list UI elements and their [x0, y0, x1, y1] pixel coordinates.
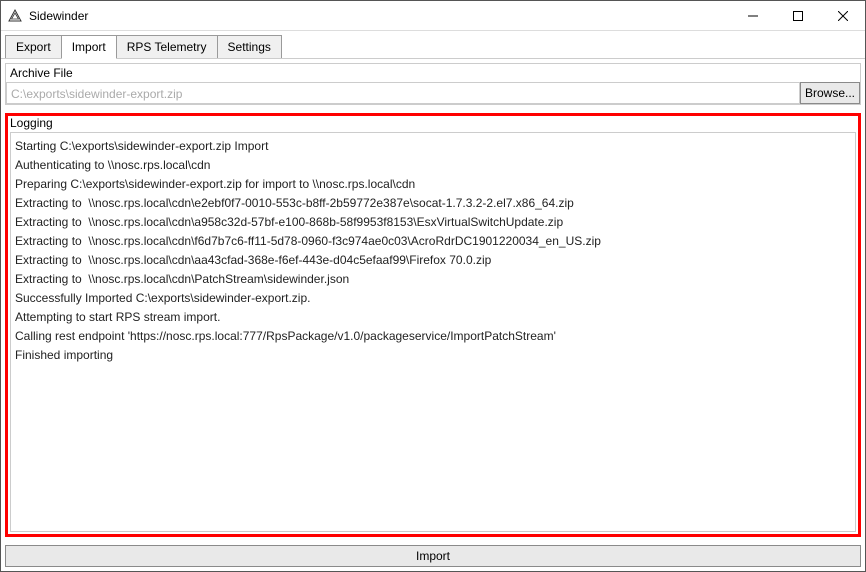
tab-import[interactable]: Import: [61, 35, 117, 59]
log-line: Calling rest endpoint 'https://nosc.rps.…: [15, 327, 851, 346]
log-line: Successfully Imported C:\exports\sidewin…: [15, 289, 851, 308]
archive-file-label: Archive File: [6, 64, 860, 82]
close-button[interactable]: [820, 1, 865, 30]
logging-group: Logging Starting C:\exports\sidewinder-e…: [5, 113, 861, 537]
window-title: Sidewinder: [29, 9, 730, 23]
tab-export[interactable]: Export: [5, 35, 62, 58]
import-button[interactable]: Import: [5, 545, 861, 567]
log-line: Attempting to start RPS stream import.: [15, 308, 851, 327]
log-line: Finished importing: [15, 346, 851, 365]
window-frame: Sidewinder Export Import RPS Telemetry S…: [0, 0, 866, 572]
tab-rps-telemetry[interactable]: RPS Telemetry: [116, 35, 218, 58]
browse-button[interactable]: Browse...: [800, 82, 860, 104]
logging-label: Logging: [8, 114, 858, 130]
log-line: Preparing C:\exports\sidewinder-export.z…: [15, 175, 851, 194]
archive-file-group: Archive File C:\exports\sidewinder-expor…: [5, 63, 861, 105]
tab-content: Archive File C:\exports\sidewinder-expor…: [1, 59, 865, 571]
titlebar: Sidewinder: [1, 1, 865, 31]
minimize-button[interactable]: [730, 1, 775, 30]
log-line: Extracting to \\nosc.rps.local\cdn\a958c…: [15, 213, 851, 232]
log-output[interactable]: Starting C:\exports\sidewinder-export.zi…: [10, 132, 856, 532]
log-line: Starting C:\exports\sidewinder-export.zi…: [15, 137, 851, 156]
window-controls: [730, 1, 865, 30]
archive-file-input[interactable]: C:\exports\sidewinder-export.zip: [6, 82, 800, 104]
app-icon: [7, 8, 23, 24]
log-line: Extracting to \\nosc.rps.local\cdn\aa43c…: [15, 251, 851, 270]
maximize-button[interactable]: [775, 1, 820, 30]
log-line: Extracting to \\nosc.rps.local\cdn\e2ebf…: [15, 194, 851, 213]
tab-bar: Export Import RPS Telemetry Settings: [1, 31, 865, 59]
log-line: Extracting to \\nosc.rps.local\cdn\Patch…: [15, 270, 851, 289]
tab-settings[interactable]: Settings: [217, 35, 282, 58]
log-line: Authenticating to \\nosc.rps.local\cdn: [15, 156, 851, 175]
log-line: Extracting to \\nosc.rps.local\cdn\f6d7b…: [15, 232, 851, 251]
